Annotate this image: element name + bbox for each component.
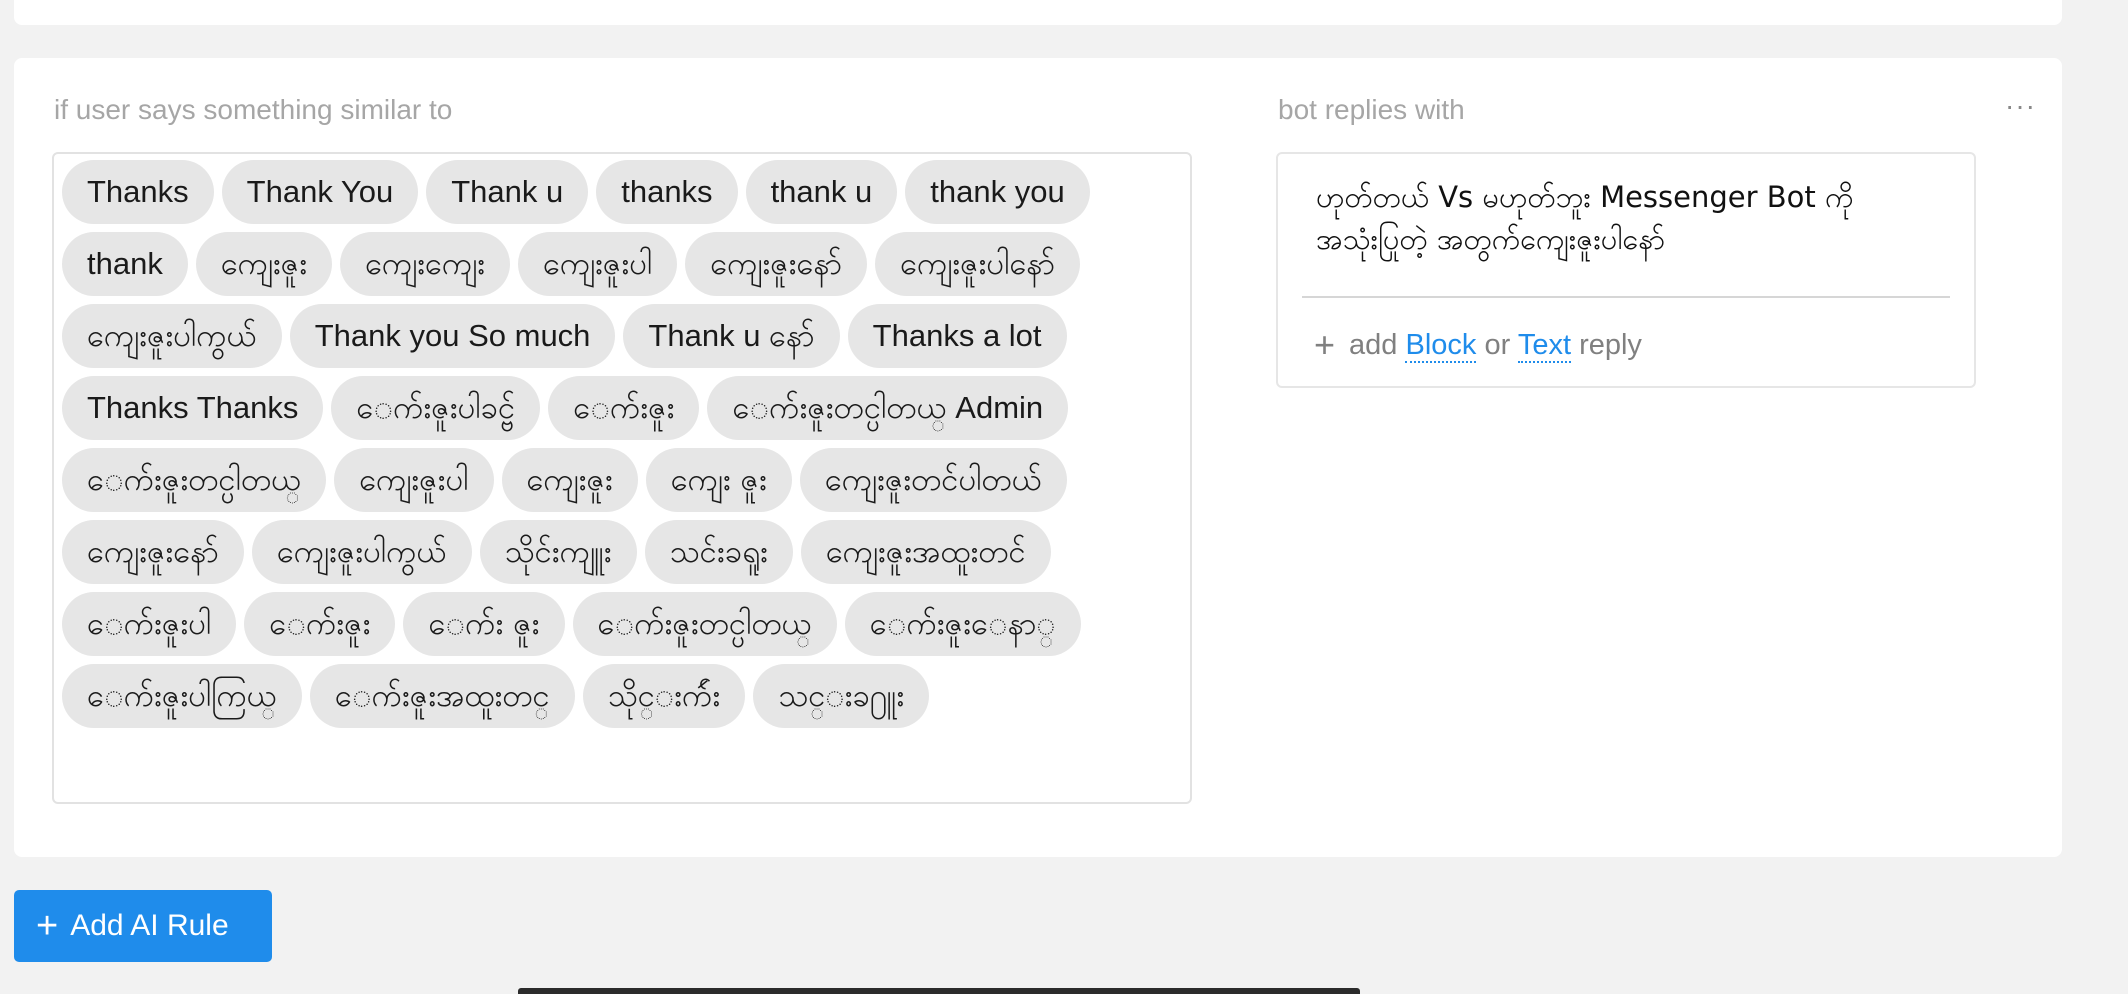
phrase-chip[interactable]: ကျေးဇူးတင်ပါတယ်	[799, 448, 1067, 512]
phrase-chip[interactable]: ကျေးဇူး	[501, 448, 638, 512]
phrase-chip[interactable]: thank u	[745, 160, 898, 224]
phrase-chip[interactable]: ေက်းဇူးအထူးတင္	[309, 664, 575, 728]
phrase-chip[interactable]: ကျေးဇူးပါကွယ်	[251, 520, 472, 584]
bot-replies-label: bot replies with	[1278, 94, 1465, 125]
phrase-chip[interactable]: thank you	[905, 160, 1090, 224]
ai-rule-card: if user says something similar to bot re…	[14, 58, 2062, 857]
phrase-chip[interactable]: Thanks Thanks	[62, 376, 324, 440]
phrase-chip[interactable]: သိုင္းက်ဴး	[582, 664, 746, 728]
previous-rule-card	[14, 0, 2062, 25]
phrase-chip[interactable]: ေက်းဇူးတင္ပါတယ္ Admin	[707, 376, 1069, 440]
phrase-chip[interactable]: ကျေးဇူး	[195, 232, 333, 296]
phrase-chip[interactable]: ကျေးဇူးပါ	[517, 232, 678, 296]
phrase-chip[interactable]: Thank you So much	[289, 304, 616, 368]
phrase-chip[interactable]: ကျေးဇူးပါ	[334, 448, 494, 512]
plus-icon[interactable]: +	[1314, 324, 1335, 366]
add-ai-rule-button[interactable]: + Add AI Rule	[14, 890, 272, 962]
add-block-link[interactable]: Block	[1405, 329, 1477, 363]
phrase-chip[interactable]: Thanks a lot	[847, 304, 1067, 368]
phrase-chip[interactable]: ေက်းဇူး	[244, 592, 396, 656]
user-says-label: if user says something similar to	[54, 94, 453, 125]
bot-reply-box: ဟုတ်တယ် Vs မဟုတ်ဘူး Messenger Bot ကို အသ…	[1276, 152, 1976, 388]
phrase-chip[interactable]: ေက်းဇူးေနာ္	[844, 592, 1081, 656]
phrase-chip[interactable]: ေက်းဇူးပါကြယ္	[62, 664, 302, 728]
phrase-chip[interactable]: ကျေးဇူးနော်	[685, 232, 868, 296]
add-reply-or: or	[1484, 329, 1511, 361]
user-phrases-input[interactable]: Thanks Thank You Thank u thanks thank u thank…	[52, 152, 1192, 804]
reply-text[interactable]: ဟုတ်တယ် Vs မဟုတ်ဘူး Messenger Bot ကို အသ…	[1316, 176, 1926, 260]
add-reply-row: + add Block or Text reply	[1314, 324, 1642, 366]
phrase-chip[interactable]: Thank You	[221, 160, 419, 224]
add-reply-suffix: reply	[1579, 329, 1642, 361]
phrase-chip[interactable]: ကျေးဇူးပါနော်	[875, 232, 1081, 296]
phrase-chip[interactable]: ေက်းဇူးတင္ပါတယ္	[62, 448, 327, 512]
phrase-chip[interactable]: thanks	[596, 160, 738, 224]
phrase-chip[interactable]: Thank u	[426, 160, 589, 224]
phrase-chip[interactable]: ေက်း ဇူး	[403, 592, 565, 656]
phrase-chip[interactable]: ေက်းဇူးတင္ပါတယ္	[572, 592, 837, 656]
plus-icon: +	[36, 905, 59, 947]
phrase-chip[interactable]: သိုင်းကျူး	[479, 520, 637, 584]
bottom-bar	[518, 988, 1360, 994]
phrase-chip[interactable]: ေက်းဇူးပါခင္ဗ်	[331, 376, 541, 440]
phrase-chip[interactable]: ကျေးဇူးနော်	[62, 520, 244, 584]
phrase-chip[interactable]: ကျေးဇူးပါကွယ်	[62, 304, 282, 368]
phrase-chip[interactable]: ကျေးကျေး	[340, 232, 510, 296]
more-horizontal-icon[interactable]: ···	[2005, 90, 2036, 122]
add-reply-prefix: add	[1349, 329, 1398, 361]
phrase-chip[interactable]: Thank u နော်	[623, 304, 840, 368]
phrase-chip[interactable]: thank	[62, 232, 188, 296]
phrase-chip[interactable]: ေက်းဇူးပါ	[62, 592, 237, 656]
phrase-chip[interactable]: သင္းခ႐ူး	[753, 664, 930, 728]
phrase-chip[interactable]: သင်းခရူး	[644, 520, 793, 584]
reply-divider	[1302, 296, 1950, 298]
add-text-link[interactable]: Text	[1517, 329, 1571, 363]
add-ai-rule-label: Add AI Rule	[70, 909, 229, 942]
phrase-chip[interactable]: ကျေးဇူးအထူးတင်	[800, 520, 1051, 584]
phrase-chip[interactable]: ကျေး ဇူး	[645, 448, 792, 512]
phrase-chip[interactable]: Thanks	[62, 160, 214, 224]
phrase-chip[interactable]: ေက်းဇူး	[548, 376, 700, 440]
